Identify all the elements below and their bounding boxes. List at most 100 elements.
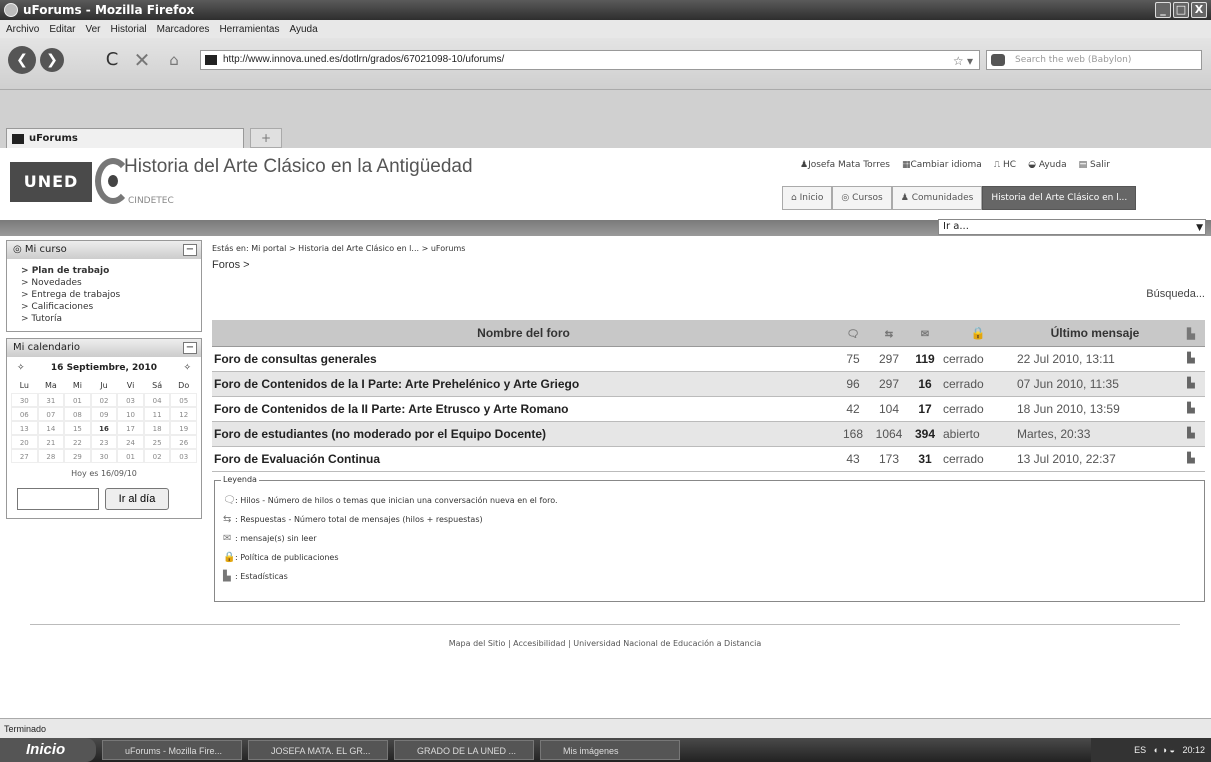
- calendar-date[interactable]: 18: [143, 421, 171, 435]
- breadcrumb[interactable]: Estás en: Mi portal > Historia del Arte …: [212, 244, 1205, 253]
- calendar-date[interactable]: 12: [170, 407, 197, 421]
- calendar-date[interactable]: 11: [143, 407, 171, 421]
- calendar-date[interactable]: 07: [37, 407, 65, 421]
- prev-month-icon[interactable]: ✧: [17, 363, 25, 373]
- calendar-date[interactable]: 30: [11, 393, 38, 407]
- stop-icon[interactable]: ✕: [128, 46, 156, 74]
- taskbar-item[interactable]: JOSEFA MATA. EL GR...: [248, 740, 388, 760]
- calendar-date[interactable]: 10: [117, 407, 144, 421]
- taskbar-item[interactable]: Mis imágenes: [540, 740, 680, 760]
- calendar-date[interactable]: 20: [11, 435, 38, 449]
- calendar-date[interactable]: 28: [37, 449, 65, 463]
- column-policy[interactable]: 🔒: [943, 320, 1013, 347]
- hc-link[interactable]: ⎍ HC: [994, 160, 1016, 170]
- column-stats[interactable]: ▙: [1177, 320, 1205, 347]
- footer-links[interactable]: Mapa del Sitio | Accesibilidad | Univers…: [30, 639, 1180, 648]
- calendar-date[interactable]: 29: [64, 449, 91, 463]
- start-button[interactable]: Inicio: [0, 738, 96, 762]
- calendar-date[interactable]: 23: [90, 435, 118, 449]
- calendar-date[interactable]: 08: [64, 407, 91, 421]
- minimize-button[interactable]: _: [1155, 2, 1171, 18]
- column-respuestas[interactable]: ⇆: [871, 320, 907, 347]
- nav-tab-inicio[interactable]: ⌂ Inicio: [782, 186, 833, 210]
- unread-count[interactable]: 16: [907, 371, 943, 397]
- change-language-link[interactable]: ▦Cambiar idioma: [902, 160, 982, 170]
- calendar-date[interactable]: 14: [37, 421, 65, 435]
- nav-tab-cursos[interactable]: ◎ Cursos: [832, 186, 892, 210]
- go-to-day-button[interactable]: Ir al día: [105, 488, 169, 510]
- maximize-button[interactable]: □: [1173, 2, 1189, 18]
- collapse-button[interactable]: −: [183, 244, 197, 256]
- url-input[interactable]: http://www.innova.uned.es/dotlrn/grados/…: [200, 50, 980, 70]
- calendar-date[interactable]: 31: [37, 393, 65, 407]
- calendar-date[interactable]: 24: [117, 435, 144, 449]
- sidebar-item-calificaciones[interactable]: Calificaciones: [21, 301, 191, 313]
- calendar-date[interactable]: 05: [170, 393, 197, 407]
- menu-ver[interactable]: Ver: [85, 24, 100, 35]
- search-engine-icon[interactable]: [991, 54, 1005, 66]
- calendar-date[interactable]: 04: [143, 393, 171, 407]
- language-indicator[interactable]: ES: [1134, 745, 1146, 755]
- collapse-button[interactable]: −: [183, 342, 197, 354]
- taskbar-item[interactable]: GRADO DE LA UNED ...: [394, 740, 534, 760]
- help-link[interactable]: ◒ Ayuda: [1028, 160, 1067, 170]
- unread-count[interactable]: 394: [907, 421, 943, 447]
- foros-link[interactable]: Foros >: [212, 259, 1205, 271]
- stats-icon[interactable]: ▙: [1177, 446, 1205, 472]
- calendar-date[interactable]: 25: [143, 435, 171, 449]
- menu-ayuda[interactable]: Ayuda: [289, 24, 317, 35]
- stats-icon[interactable]: ▙: [1177, 421, 1205, 447]
- back-icon[interactable]: ❮: [8, 46, 36, 74]
- calendar-date[interactable]: 09: [90, 407, 118, 421]
- forum-name-link[interactable]: Foro de Evaluación Continua: [212, 446, 835, 472]
- calendar-date[interactable]: 21: [37, 435, 65, 449]
- next-month-icon[interactable]: ✧: [183, 363, 191, 373]
- forward-icon[interactable]: ❯: [40, 48, 64, 72]
- forum-name-link[interactable]: Foro de estudiantes (no moderado por el …: [212, 421, 835, 447]
- menu-editar[interactable]: Editar: [49, 24, 75, 35]
- taskbar-item[interactable]: uForums - Mozilla Fire...: [102, 740, 242, 760]
- forum-name-link[interactable]: Foro de consultas generales: [212, 346, 835, 372]
- calendar-date[interactable]: 17: [117, 421, 144, 435]
- stats-icon[interactable]: ▙: [1177, 396, 1205, 422]
- calendar-date[interactable]: 16: [90, 421, 118, 435]
- unread-count[interactable]: 31: [907, 446, 943, 472]
- sidebar-item-tutoria[interactable]: Tutoría: [21, 313, 191, 325]
- search-input[interactable]: Search the web (Babylon)⚲: [986, 50, 1202, 70]
- calendar-date[interactable]: 03: [117, 393, 144, 407]
- tray-icons[interactable]: ◐ ◑ ◒: [1154, 745, 1175, 755]
- calendar-date[interactable]: 15: [64, 421, 91, 435]
- calendar-date[interactable]: 01: [64, 393, 91, 407]
- sidebar-item-plan[interactable]: Plan de trabajo: [21, 265, 191, 277]
- home-icon[interactable]: ⌂: [160, 46, 188, 74]
- calendar-date[interactable]: 19: [170, 421, 197, 435]
- logout-link[interactable]: ▤ Salir: [1079, 160, 1110, 170]
- column-unread[interactable]: ✉: [907, 320, 943, 347]
- user-name[interactable]: ♟Josefa Mata Torres: [800, 160, 890, 170]
- forum-name-link[interactable]: Foro de Contenidos de la I Parte: Arte P…: [212, 371, 835, 397]
- calendar-date[interactable]: 13: [11, 421, 38, 435]
- unread-count[interactable]: 119: [907, 346, 943, 372]
- nav-tab-comunidades[interactable]: ♟ Comunidades: [891, 186, 983, 210]
- reload-icon[interactable]: C: [98, 46, 126, 74]
- menu-herramientas[interactable]: Herramientas: [219, 24, 279, 35]
- stats-icon[interactable]: ▙: [1177, 346, 1205, 372]
- calendar-date[interactable]: 02: [143, 449, 171, 463]
- calendar-date[interactable]: 27: [11, 449, 38, 463]
- sidebar-item-entrega[interactable]: Entrega de trabajos: [21, 289, 191, 301]
- calendar-date[interactable]: 26: [170, 435, 197, 449]
- calendar-date[interactable]: 30: [90, 449, 118, 463]
- column-hilos[interactable]: 🗨: [835, 320, 871, 347]
- sidebar-item-novedades[interactable]: Novedades: [21, 277, 191, 289]
- new-tab-button[interactable]: +: [250, 128, 282, 148]
- calendar-date[interactable]: 02: [90, 393, 118, 407]
- forum-name-link[interactable]: Foro de Contenidos de la II Parte: Arte …: [212, 396, 835, 422]
- close-button[interactable]: X: [1191, 2, 1207, 18]
- unread-count[interactable]: 17: [907, 396, 943, 422]
- nav-tab-course[interactable]: Historia del Arte Clásico en l...: [982, 186, 1137, 210]
- tab-uforums[interactable]: uForums: [6, 128, 244, 148]
- calendar-date[interactable]: 03: [170, 449, 197, 463]
- column-ultimo[interactable]: Último mensaje: [1013, 320, 1177, 347]
- calendar-date[interactable]: 22: [64, 435, 91, 449]
- menu-historial[interactable]: Historial: [111, 24, 147, 35]
